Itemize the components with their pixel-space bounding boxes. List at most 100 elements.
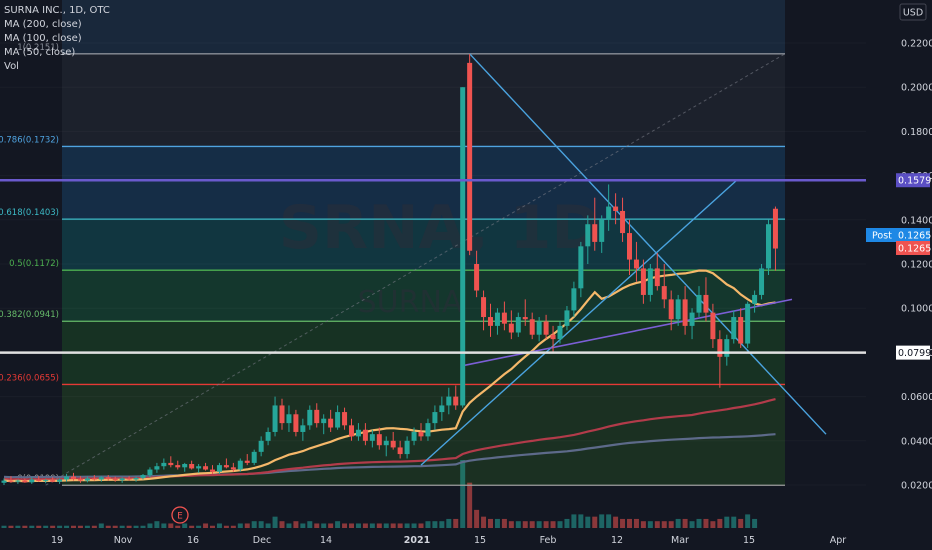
- candle-body: [682, 299, 688, 326]
- candle-body: [613, 206, 619, 211]
- volume-bar: [1, 525, 7, 528]
- candle-body: [293, 414, 299, 432]
- volume-bar: [550, 521, 556, 528]
- candle-body: [244, 460, 250, 463]
- candle-body: [279, 405, 285, 424]
- volume-bar: [112, 525, 118, 528]
- volume-bar: [654, 521, 660, 528]
- candle-body: [661, 286, 667, 300]
- candle-body: [710, 312, 716, 340]
- candle-body: [71, 476, 76, 479]
- volume-bar: [515, 521, 521, 528]
- volume-bar: [196, 525, 202, 528]
- volume-bar: [335, 521, 341, 528]
- candle-body: [203, 466, 209, 470]
- candle-body: [251, 451, 257, 463]
- candle-body: [494, 312, 500, 326]
- candle-body: [724, 339, 730, 357]
- symbol-title[interactable]: SURNA INC., 1D, OTC: [4, 4, 110, 18]
- volume-bar: [494, 518, 500, 528]
- candle-body: [633, 259, 639, 269]
- time-tick-label: 15: [474, 535, 486, 546]
- candle-body: [640, 268, 646, 295]
- indicator-volume[interactable]: Vol: [4, 60, 110, 74]
- price-tick-label: 0.1200: [901, 260, 932, 271]
- candle-body: [43, 480, 49, 482]
- candle-body: [397, 447, 403, 455]
- price-chart[interactable]: SRNA, 1D SURNA 1(0.2151)0.786(0.1732)0.6…: [0, 0, 932, 550]
- candle-body: [105, 477, 111, 479]
- volume-bar: [64, 525, 70, 528]
- volume-bar: [321, 523, 327, 528]
- volume-bar: [342, 523, 348, 528]
- candle-body: [196, 466, 202, 469]
- candle-body: [668, 299, 674, 320]
- indicator-ma100[interactable]: MA (100, close): [4, 32, 110, 46]
- candle-body: [627, 233, 632, 260]
- volume-bar: [390, 523, 396, 528]
- volume-bar: [36, 525, 42, 528]
- volume-bar: [383, 523, 389, 528]
- volume-bar: [230, 525, 236, 528]
- post-price-label: 0.1265: [898, 231, 931, 242]
- candle-body: [133, 477, 139, 480]
- candle-body: [328, 418, 334, 428]
- candle-body: [647, 268, 653, 295]
- time-tick-label: Mar: [671, 535, 689, 546]
- volume-bar: [481, 516, 487, 528]
- watermark-name: SURNA: [358, 285, 463, 320]
- volume-bar: [627, 518, 632, 528]
- volume-bar: [349, 523, 354, 528]
- volume-bar: [668, 521, 674, 528]
- volume-bar: [731, 516, 737, 528]
- candle-body: [745, 303, 751, 344]
- candle-body: [36, 479, 42, 482]
- volume-bar: [578, 514, 584, 528]
- volume-bar: [613, 516, 619, 528]
- candle-body: [481, 297, 487, 318]
- candle-body: [418, 431, 424, 437]
- volume-bar: [189, 525, 195, 528]
- price-badge-label: 0.0799: [898, 348, 931, 359]
- candle-body: [57, 479, 63, 482]
- fib-zone: [62, 53, 785, 147]
- volume-bar: [57, 525, 63, 528]
- volume-bar: [258, 521, 264, 528]
- volume-bar: [647, 521, 653, 528]
- candle-body: [182, 464, 188, 468]
- volume-bar: [745, 514, 751, 528]
- indicator-ma200[interactable]: MA (200, close): [4, 18, 110, 32]
- candle-body: [654, 268, 660, 287]
- volume-bar: [314, 523, 320, 528]
- volume-bar: [133, 525, 139, 528]
- price-tick-label: 0.2000: [901, 83, 932, 94]
- volume-bar: [362, 523, 368, 528]
- candle-body: [474, 264, 480, 291]
- candle-body: [22, 480, 28, 483]
- volume-bar: [599, 514, 605, 528]
- time-tick-label: Apr: [830, 535, 847, 546]
- currency-badge[interactable]: USD: [899, 3, 927, 21]
- volume-bar: [522, 521, 528, 528]
- candle-body: [342, 412, 348, 426]
- fib-label: 0.618(0.1403): [0, 208, 59, 218]
- candle-body: [689, 312, 695, 326]
- indicator-ma50[interactable]: MA (50, close): [4, 46, 110, 60]
- volume-bar: [307, 521, 313, 528]
- volume-bar: [661, 521, 667, 528]
- price-tick-label: 0.1400: [901, 215, 932, 226]
- candle-body: [355, 429, 361, 437]
- volume-bar: [8, 525, 14, 528]
- volume-bar: [22, 525, 28, 528]
- volume-bar: [216, 523, 222, 528]
- candle-body: [550, 334, 556, 340]
- candle-body: [64, 476, 70, 480]
- candle-body: [84, 478, 90, 481]
- volume-bar: [376, 523, 382, 528]
- volume-bar: [508, 521, 514, 528]
- candle-body: [376, 434, 382, 446]
- volume-bar: [432, 521, 438, 528]
- candle-body: [599, 219, 605, 242]
- candle-body: [675, 299, 681, 320]
- time-tick-label: 16: [187, 535, 199, 546]
